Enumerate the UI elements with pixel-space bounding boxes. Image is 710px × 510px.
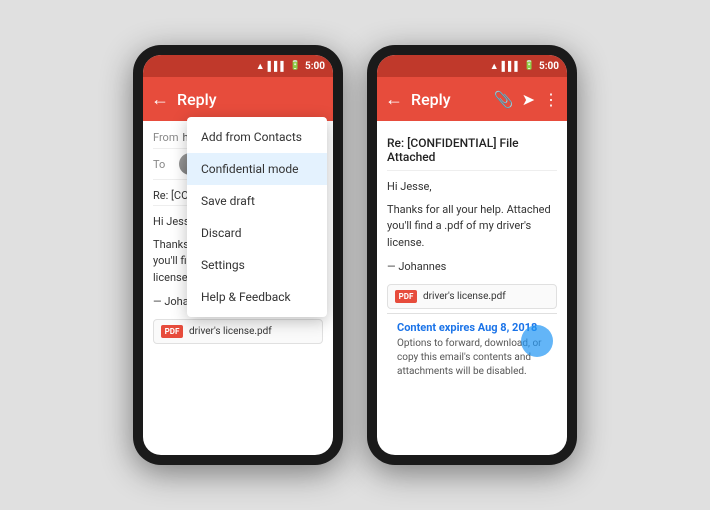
status-icons: ▲ ▌▌▌ 🔋 [256, 61, 301, 72]
signature-right: — Johannes [387, 259, 557, 276]
more-icon[interactable]: ⋮ [543, 90, 559, 109]
from-label: From [153, 131, 178, 144]
menu-item-discard[interactable]: Discard [187, 217, 327, 249]
pdf-icon-left: PDF [161, 325, 183, 338]
signal-icon-right: ▌▌▌ [502, 61, 521, 72]
back-button-right[interactable]: ← [385, 89, 403, 110]
status-time-left: 5:00 [305, 61, 325, 72]
left-screen: ▲ ▌▌▌ 🔋 5:00 ← Reply From hikingfan@gma.… [143, 55, 333, 455]
pdf-icon-right: PDF [395, 290, 417, 303]
dropdown-menu: Add from Contacts Confidential mode Save… [187, 117, 327, 317]
attachment-name-right: driver's license.pdf [423, 291, 506, 302]
app-bar-title-right: Reply [411, 90, 486, 109]
app-bar-title-left: Reply [177, 90, 325, 109]
subject-right: Re: [CONFIDENTIAL] File Attached [387, 131, 557, 171]
signal-icon: ▌▌▌ [268, 61, 287, 72]
wifi-icon-right: ▲ [490, 61, 499, 72]
status-time-right: 5:00 [539, 61, 559, 72]
menu-item-confidential[interactable]: Confidential mode [187, 153, 327, 185]
email-content-right: Hi Jesse, Thanks for all your help. Atta… [387, 171, 557, 276]
expires-description: Options to forward, download, or copy th… [397, 337, 547, 379]
status-bar-left: ▲ ▌▌▌ 🔋 5:00 [143, 55, 333, 77]
back-button-left[interactable]: ← [151, 89, 169, 110]
status-icons-right: ▲ ▌▌▌ 🔋 [490, 61, 535, 72]
send-icon[interactable]: ➤ [522, 90, 535, 109]
menu-item-save-draft[interactable]: Save draft [187, 185, 327, 217]
right-screen: ▲ ▌▌▌ 🔋 5:00 ← Reply 📎 ➤ ⋮ Re: [CONFIDEN… [377, 55, 567, 455]
attachment-name-left: driver's license.pdf [189, 326, 272, 337]
battery-icon-right: 🔋 [524, 61, 535, 71]
attachment-left[interactable]: PDF driver's license.pdf [153, 319, 323, 344]
left-phone: ▲ ▌▌▌ 🔋 5:00 ← Reply From hikingfan@gma.… [133, 45, 343, 465]
menu-item-add-contacts[interactable]: Add from Contacts [187, 121, 327, 153]
battery-icon: 🔋 [290, 61, 301, 71]
wifi-icon: ▲ [256, 61, 265, 72]
content-expires: Content expires Aug 8, 2018 Options to f… [387, 313, 557, 386]
action-icons-right: 📎 ➤ ⋮ [494, 90, 559, 109]
right-phone: ▲ ▌▌▌ 🔋 5:00 ← Reply 📎 ➤ ⋮ Re: [CONFIDEN… [367, 45, 577, 465]
body-text-right: Thanks for all your help. Attached you'l… [387, 202, 557, 252]
greeting-right: Hi Jesse, [387, 179, 557, 196]
expires-title: Content expires Aug 8, 2018 [397, 321, 547, 334]
attachment-icon[interactable]: 📎 [494, 90, 514, 109]
status-bar-right: ▲ ▌▌▌ 🔋 5:00 [377, 55, 567, 77]
menu-item-help[interactable]: Help & Feedback [187, 281, 327, 313]
email-body-right: Re: [CONFIDENTIAL] File Attached Hi Jess… [377, 121, 567, 455]
app-bar-right: ← Reply 📎 ➤ ⋮ [377, 77, 567, 121]
attachment-right[interactable]: PDF driver's license.pdf [387, 284, 557, 309]
app-bar-left: ← Reply [143, 77, 333, 121]
menu-item-settings[interactable]: Settings [187, 249, 327, 281]
to-label: To [153, 158, 175, 171]
